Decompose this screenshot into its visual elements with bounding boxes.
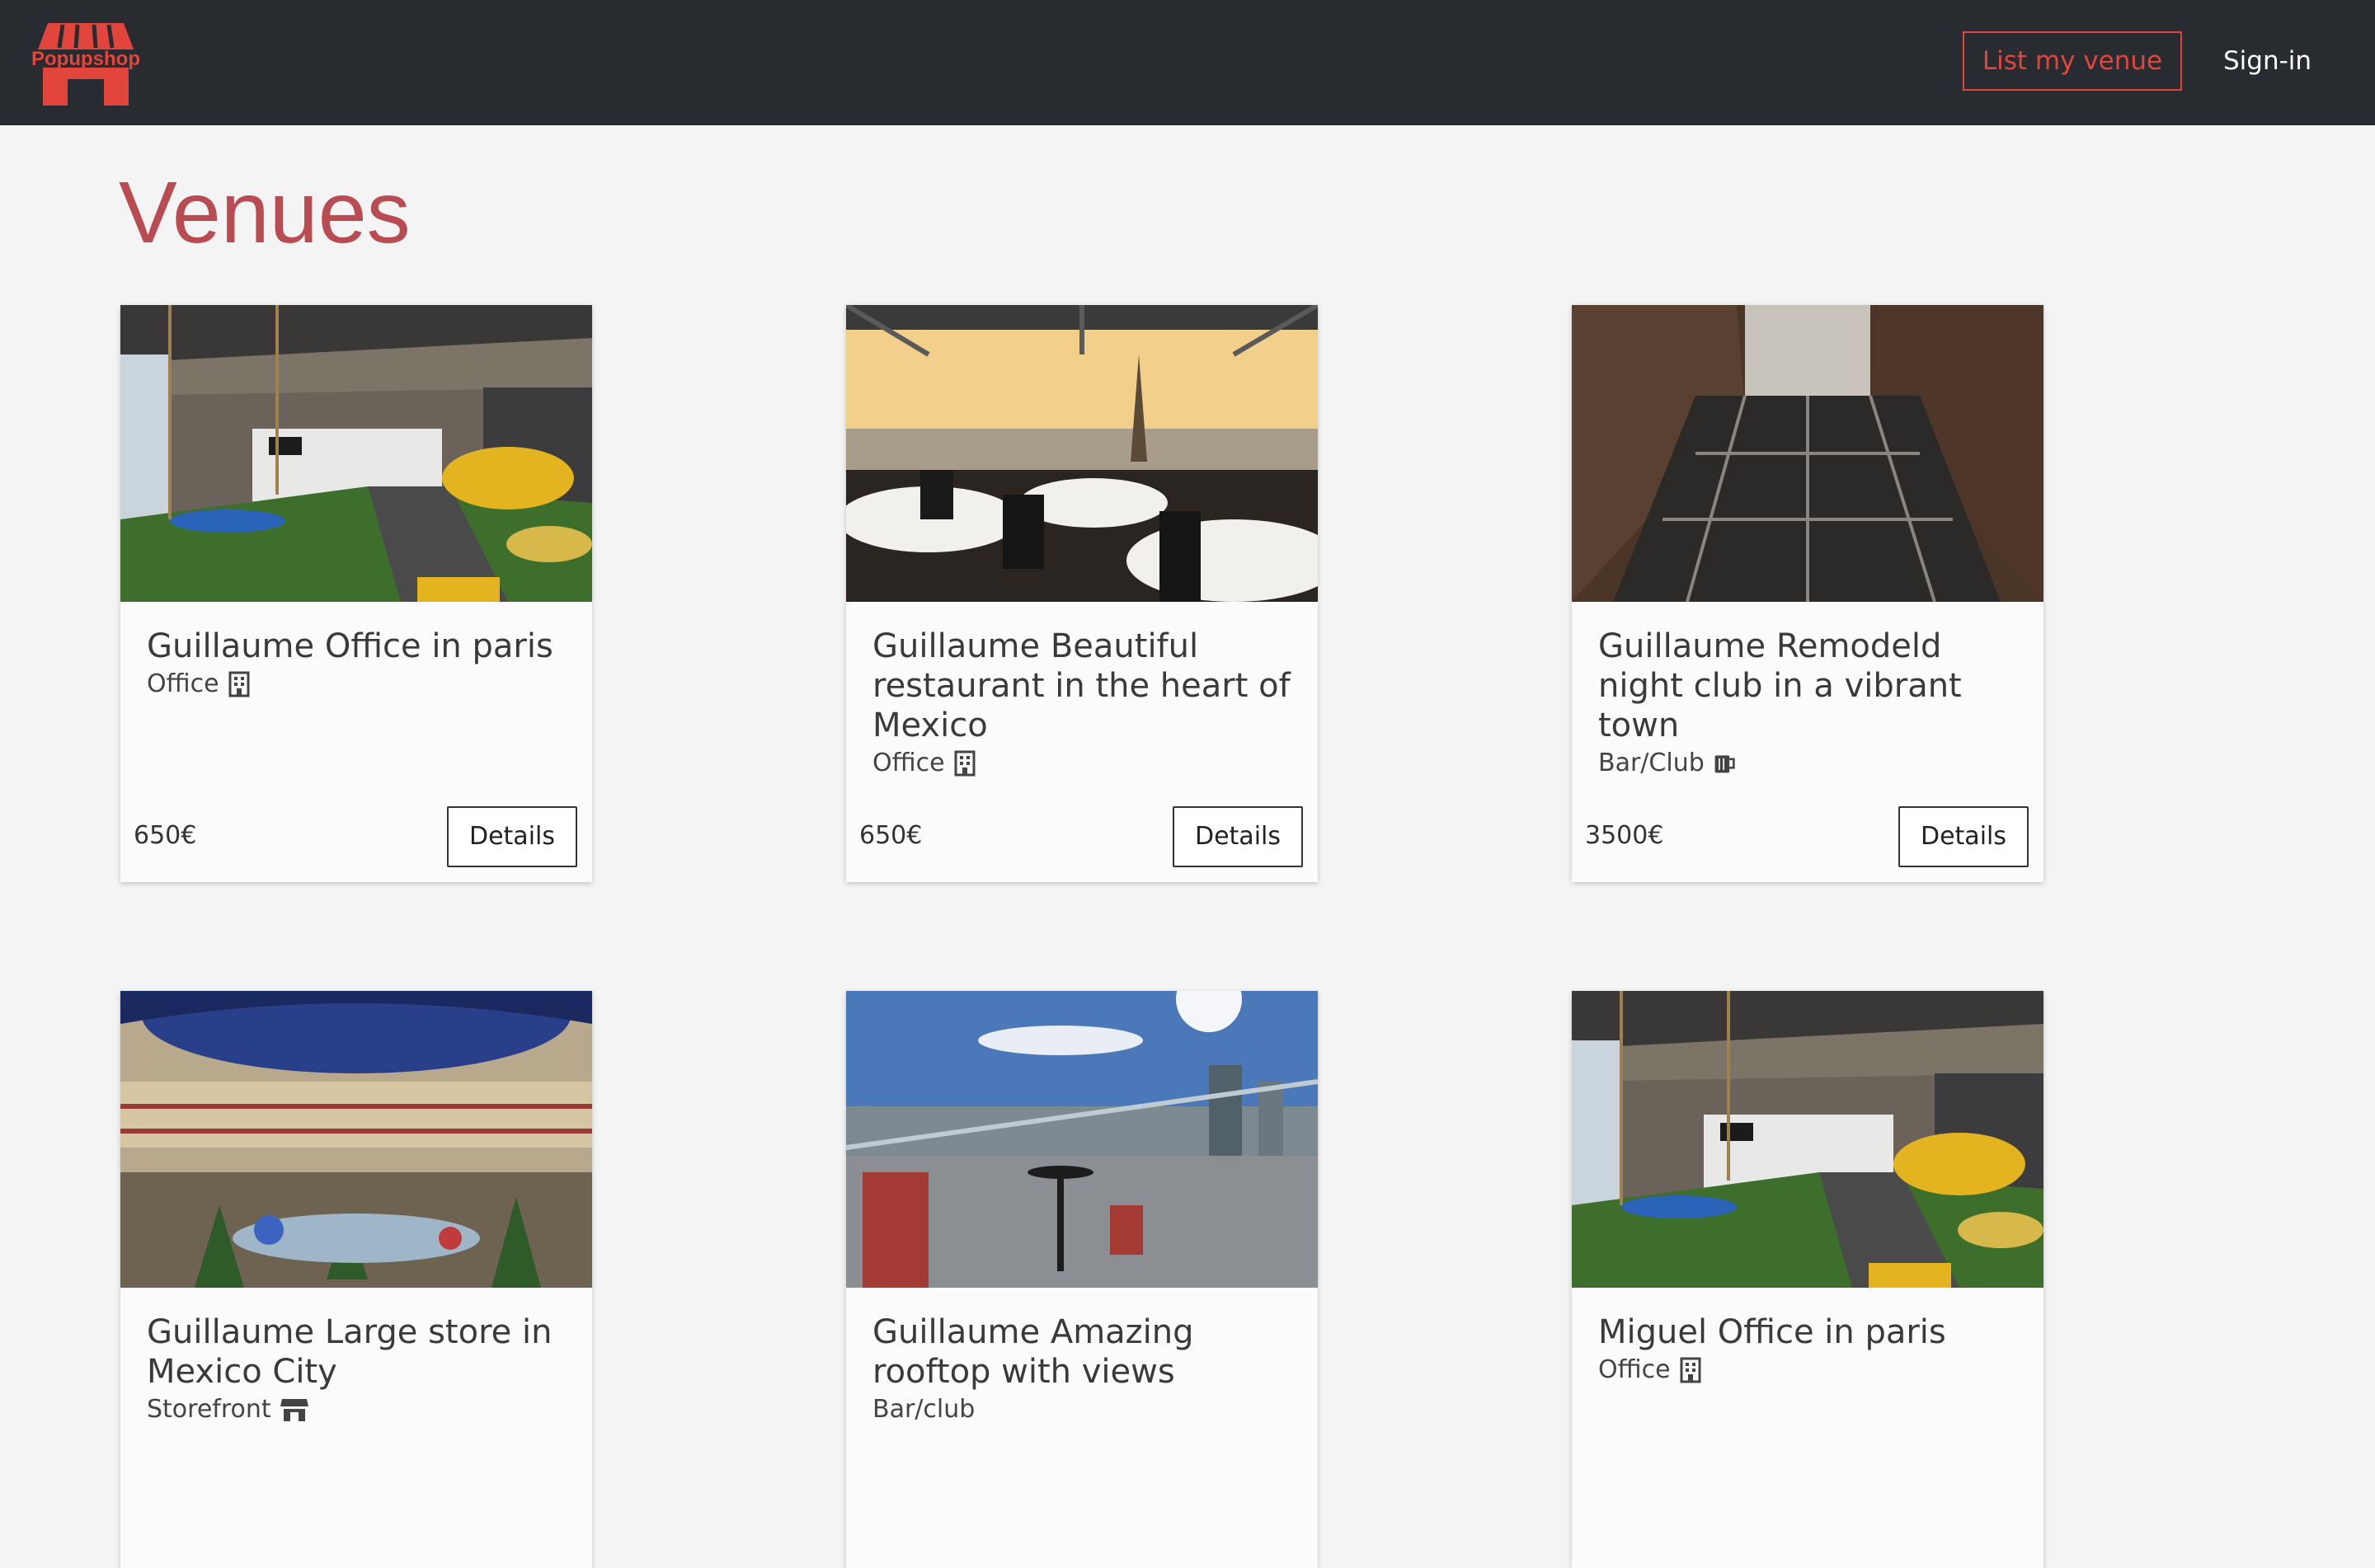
details-button[interactable]: Details <box>1173 806 1303 867</box>
venue-price: 3500€ <box>1585 821 1664 850</box>
venue-category: Bar/club <box>872 1392 1293 1428</box>
venue-info: Miguel Office in paris Office <box>1598 1312 2019 1388</box>
venue-photo <box>120 991 592 1288</box>
venue-info: Guillaume Beautiful restaurant in the he… <box>872 627 1293 782</box>
top-navbar: Popupshop List my venue Sign-in <box>0 0 2375 125</box>
venue-photo <box>846 305 1318 602</box>
list-my-venue-button[interactable]: List my venue <box>1963 31 2182 91</box>
sign-in-link[interactable]: Sign-in <box>2223 31 2312 91</box>
category-label: Office <box>872 749 945 777</box>
venue-info: Guillaume Remodeld night club in a vibra… <box>1598 627 2019 782</box>
venue-info: Guillaume Amazing rooftop with views Bar… <box>872 1312 1293 1428</box>
venue-photo <box>1572 305 2043 602</box>
venue-category: Office <box>147 666 567 702</box>
venue-photo <box>846 991 1318 1288</box>
category-label: Bar/Club <box>1598 749 1705 777</box>
venue-info: Guillaume Office in paris Office <box>147 627 567 702</box>
venue-name: Guillaume Office in paris <box>147 627 553 665</box>
venue-photo <box>120 305 592 602</box>
venue-name: Guillaume Large store in Mexico City <box>147 1313 553 1391</box>
venue-price: 650€ <box>859 821 923 850</box>
venue-photo <box>1572 991 2043 1288</box>
venue-category: Bar/Club <box>1598 745 2019 782</box>
venue-card[interactable]: Miguel Office in paris Office <box>1572 991 2043 1568</box>
page-title: Venues <box>119 164 411 261</box>
category-label: Bar/club <box>872 1395 976 1424</box>
category-label: Office <box>147 669 219 698</box>
venue-name: Miguel Office in paris <box>1598 1313 1946 1351</box>
details-button[interactable]: Details <box>447 806 577 867</box>
category-label: Storefront <box>147 1395 271 1424</box>
building-icon <box>228 671 250 697</box>
category-label: Office <box>1598 1355 1671 1384</box>
venue-name: Guillaume Remodeld night club in a vibra… <box>1598 627 1962 744</box>
beer-mug-icon <box>1714 755 1735 773</box>
venue-card[interactable]: Guillaume Beautiful restaurant in the he… <box>846 305 1318 882</box>
venue-card[interactable]: Guillaume Office in paris Office 650€ De… <box>120 305 592 882</box>
venue-name: Guillaume Beautiful restaurant in the he… <box>872 627 1291 744</box>
venue-price: 650€ <box>134 821 197 850</box>
building-icon <box>954 750 976 777</box>
building-icon <box>1680 1357 1701 1383</box>
popupshop-logo[interactable]: Popupshop <box>31 20 140 106</box>
details-button[interactable]: Details <box>1898 806 2029 867</box>
venue-category: Office <box>872 745 1293 782</box>
store-icon <box>280 1399 308 1421</box>
venue-card[interactable]: Guillaume Amazing rooftop with views Bar… <box>846 991 1318 1568</box>
venue-category: Storefront <box>147 1392 567 1428</box>
venue-card[interactable]: Guillaume Remodeld night club in a vibra… <box>1572 305 2043 882</box>
venue-card[interactable]: Guillaume Large store in Mexico City Sto… <box>120 991 592 1568</box>
venue-category: Office <box>1598 1352 2019 1388</box>
brand-name: Popupshop <box>31 48 140 70</box>
venue-name: Guillaume Amazing rooftop with views <box>872 1313 1194 1391</box>
venue-info: Guillaume Large store in Mexico City Sto… <box>147 1312 567 1428</box>
